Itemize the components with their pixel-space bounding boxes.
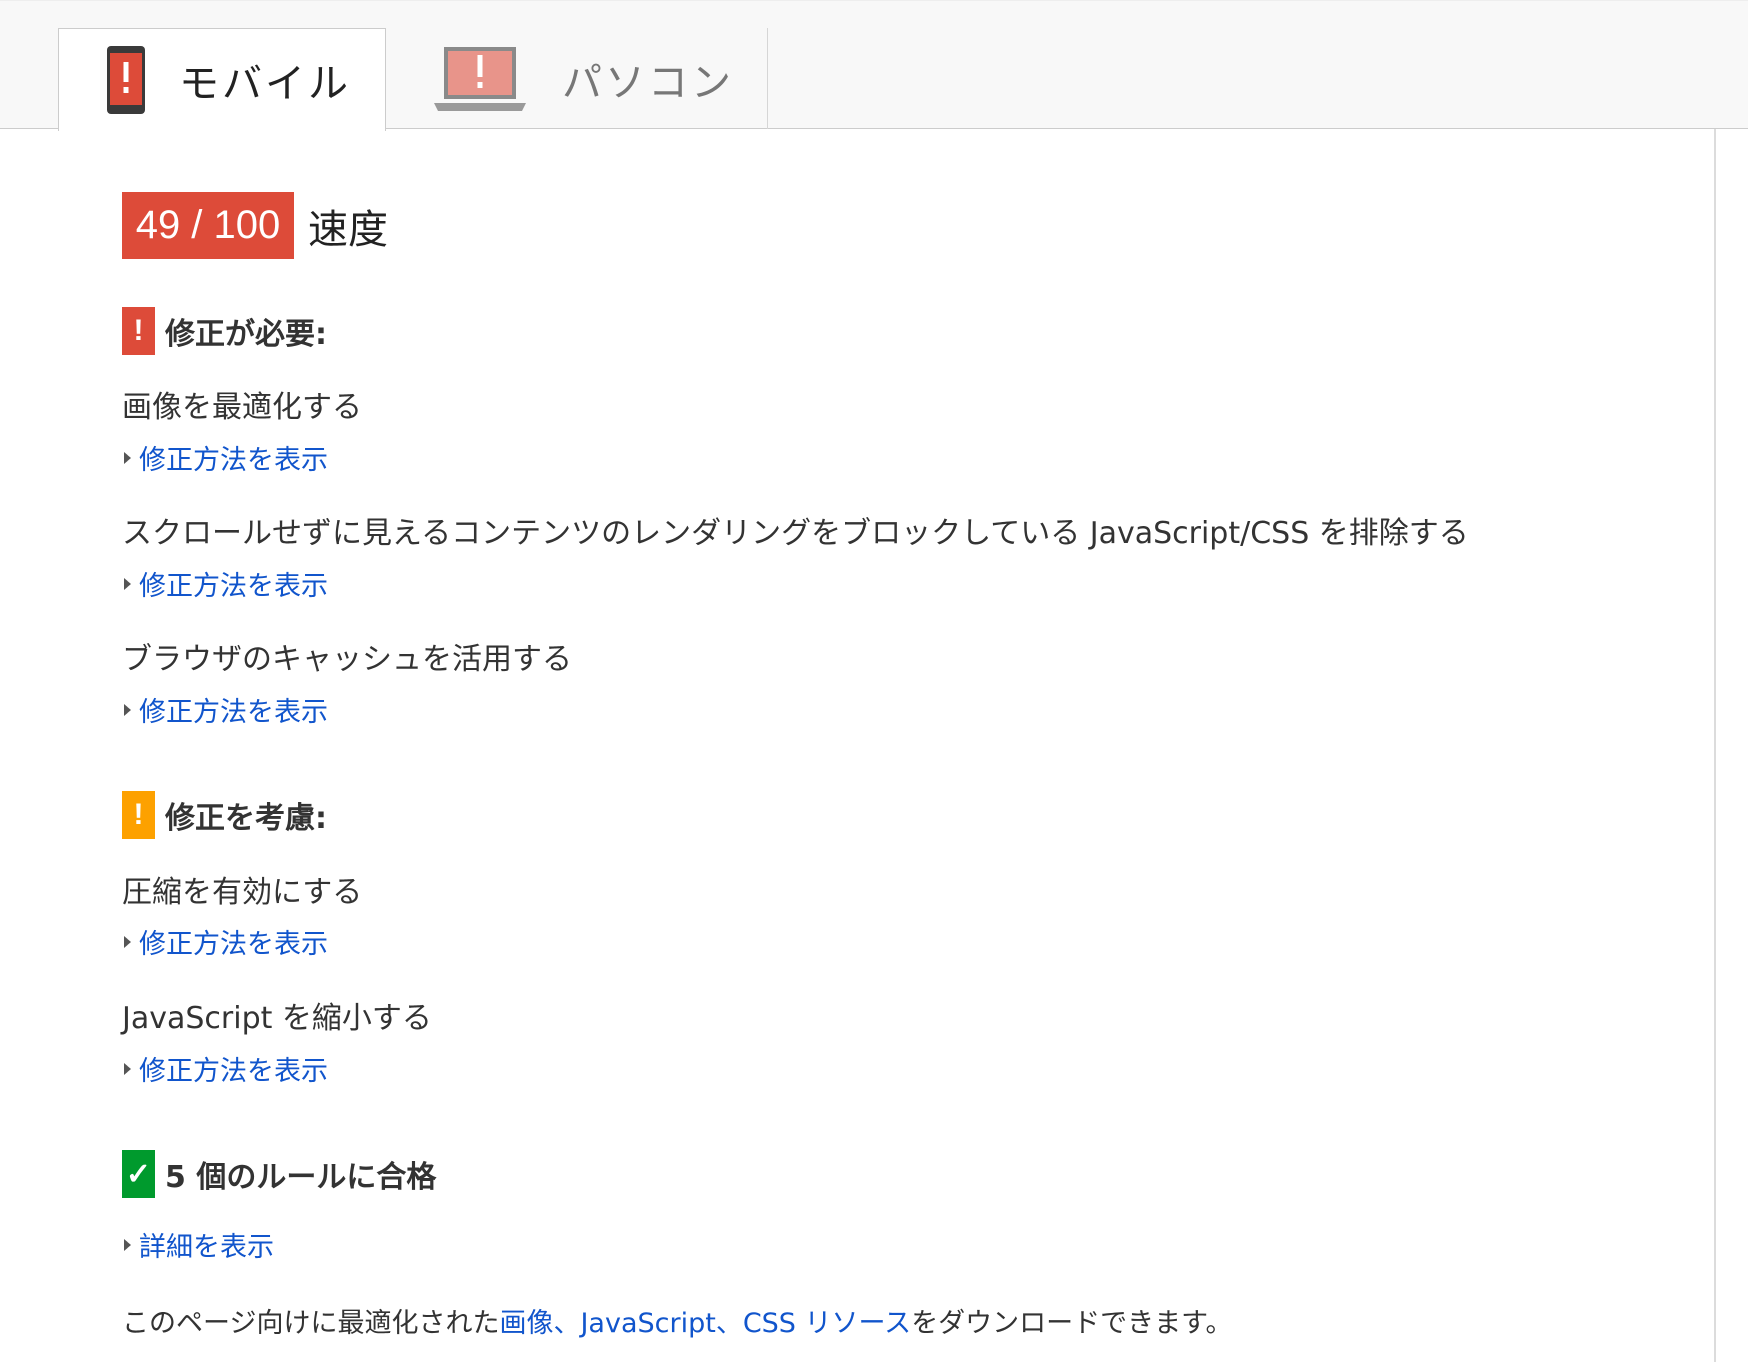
section-should-fix-header: ! 修正が必要: bbox=[122, 307, 327, 355]
section-title: 修正を考慮: bbox=[165, 801, 327, 836]
expand-triangle-icon bbox=[124, 703, 131, 716]
download-javascript-link[interactable]: JavaScript bbox=[580, 1308, 715, 1339]
show-fix-link[interactable]: 修正方法を表示 bbox=[124, 690, 328, 729]
score-badge: 49 / 100 bbox=[122, 192, 294, 259]
expand-triangle-icon bbox=[124, 1062, 131, 1075]
orange-exclamation-icon: ! bbox=[122, 791, 155, 839]
rule-enable-compression: 圧縮を有効にする bbox=[122, 875, 363, 910]
show-fix-link[interactable]: 修正方法を表示 bbox=[124, 438, 328, 477]
show-fix-link[interactable]: 修正方法を表示 bbox=[124, 922, 328, 961]
expand-triangle-icon bbox=[124, 935, 131, 948]
show-fix-link[interactable]: 修正方法を表示 bbox=[124, 1049, 328, 1088]
tab-mobile[interactable]: モバイル bbox=[58, 28, 386, 131]
mobile-phone-warning-icon bbox=[107, 46, 145, 114]
section-title: 修正が必要: bbox=[165, 317, 327, 352]
tab-desktop[interactable]: パソコン bbox=[386, 28, 768, 129]
section-passed-header: ✓ 5 個のルールに合格 bbox=[122, 1150, 436, 1198]
laptop-warning-icon bbox=[434, 46, 526, 111]
rule-browser-caching: ブラウザのキャッシュを活用する bbox=[122, 642, 572, 677]
section-title: 5 個のルールに合格 bbox=[165, 1160, 437, 1195]
expand-triangle-icon bbox=[124, 1238, 131, 1251]
expand-triangle-icon bbox=[124, 451, 131, 464]
tab-desktop-label: パソコン bbox=[562, 59, 734, 106]
green-check-icon: ✓ bbox=[122, 1150, 155, 1198]
panel-border bbox=[1714, 129, 1716, 1362]
rule-minify-js: JavaScript を縮小する bbox=[122, 1001, 432, 1036]
expand-triangle-icon bbox=[124, 577, 131, 590]
download-optimized-resources: このページ向けに最適化された画像、JavaScript、CSS リソースをダウン… bbox=[122, 1308, 1233, 1339]
rule-optimize-images: 画像を最適化する bbox=[122, 390, 362, 425]
speed-score: 49 / 100 速度 bbox=[122, 192, 388, 259]
show-fix-link[interactable]: 修正方法を表示 bbox=[124, 564, 328, 603]
score-label: 速度 bbox=[308, 206, 388, 253]
tab-mobile-label: モバイル bbox=[179, 61, 351, 107]
show-details-link[interactable]: 詳細を表示 bbox=[124, 1225, 274, 1264]
download-images-link[interactable]: 画像 bbox=[499, 1308, 553, 1339]
red-exclamation-icon: ! bbox=[122, 307, 155, 355]
download-css-link[interactable]: CSS リソース bbox=[743, 1308, 911, 1339]
section-consider-fix-header: ! 修正を考慮: bbox=[122, 791, 327, 839]
rule-render-blocking: スクロールせずに見えるコンテンツのレンダリングをブロックしている JavaScr… bbox=[122, 516, 1469, 551]
